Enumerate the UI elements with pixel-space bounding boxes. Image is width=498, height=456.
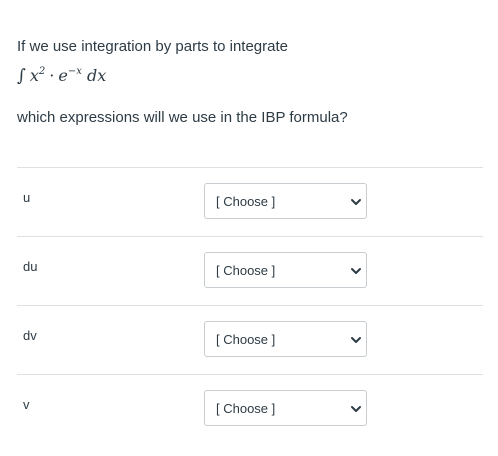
select-dv-value: [ Choose ] — [216, 332, 276, 347]
answer-row-du: du [ Choose ] — [17, 236, 483, 305]
integral-formula: ∫ x2 · e−x dx — [17, 66, 106, 86]
answer-row-u: u [ Choose ] — [17, 167, 483, 236]
answer-row-dv: dv [ Choose ] — [17, 305, 483, 374]
chevron-down-icon — [351, 199, 361, 205]
select-v[interactable]: [ Choose ] — [204, 390, 367, 426]
formula-base-x: x — [29, 66, 39, 85]
chevron-down-icon — [351, 406, 361, 412]
row-label-du: du — [23, 259, 38, 274]
formula-differential: dx — [86, 66, 107, 85]
row-label-v: v — [23, 397, 30, 412]
question-intro: If we use integration by parts to integr… — [17, 38, 288, 55]
answer-rows: u [ Choose ] du [ Choose ] dv [ Choose ]… — [17, 167, 483, 443]
select-u[interactable]: [ Choose ] — [204, 183, 367, 219]
select-v-value: [ Choose ] — [216, 401, 276, 416]
row-label-u: u — [23, 190, 31, 205]
formula-exponent-2: 2 — [38, 66, 46, 77]
answer-row-v: v [ Choose ] — [17, 374, 483, 443]
chevron-down-icon — [351, 268, 361, 274]
select-du-value: [ Choose ] — [216, 263, 276, 278]
select-du[interactable]: [ Choose ] — [204, 252, 367, 288]
row-label-dv: dv — [23, 328, 37, 343]
chevron-down-icon — [351, 337, 361, 343]
formula-dot: · — [49, 66, 55, 85]
formula-base-e: e — [58, 66, 68, 85]
formula-exponent-neg-x: −x — [67, 66, 82, 77]
question-prompt: which expressions will we use in the IBP… — [17, 109, 348, 126]
integral-sign: ∫ — [17, 66, 26, 86]
select-u-value: [ Choose ] — [216, 194, 276, 209]
select-dv[interactable]: [ Choose ] — [204, 321, 367, 357]
